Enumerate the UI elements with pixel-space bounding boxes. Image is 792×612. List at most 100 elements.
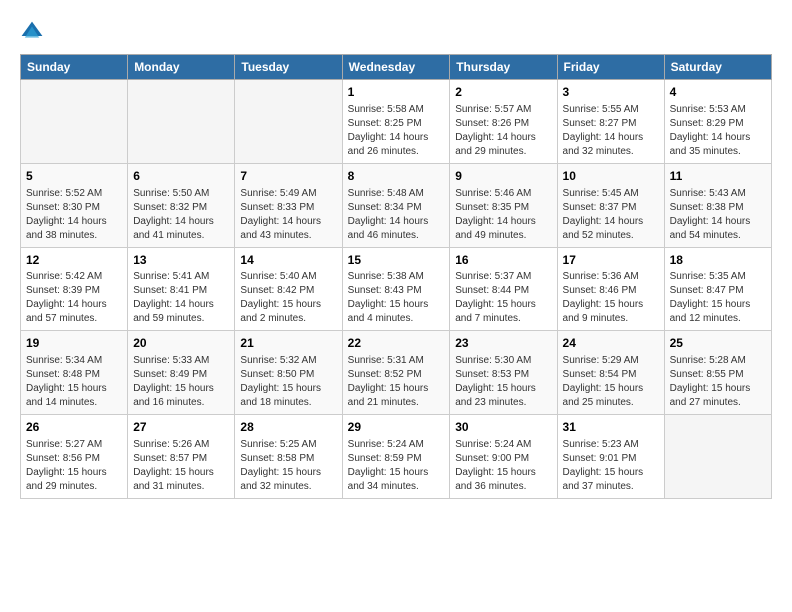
day-info: Sunrise: 5:34 AM Sunset: 8:48 PM Dayligh… <box>26 354 122 410</box>
day-number: 9 <box>455 168 551 185</box>
day-number: 31 <box>563 419 659 436</box>
weekday-header-wednesday: Wednesday <box>342 55 450 80</box>
calendar-cell: 11Sunrise: 5:43 AM Sunset: 8:38 PM Dayli… <box>664 163 771 247</box>
day-info: Sunrise: 5:28 AM Sunset: 8:55 PM Dayligh… <box>670 354 766 410</box>
day-number: 30 <box>455 419 551 436</box>
day-number: 13 <box>133 252 229 269</box>
day-info: Sunrise: 5:46 AM Sunset: 8:35 PM Dayligh… <box>455 187 551 243</box>
calendar-cell <box>21 80 128 164</box>
calendar-cell: 2 Sunrise: 5:57 AM Sunset: 8:26 PM Daylig… <box>450 80 557 164</box>
day-number: 29 <box>348 419 445 436</box>
weekday-header-saturday: Saturday <box>664 55 771 80</box>
calendar-cell <box>128 80 235 164</box>
day-info: Sunrise: 5:53 AM Sunset: 8:29 PM Dayligh… <box>670 103 766 159</box>
calendar-cell: 28Sunrise: 5:25 AM Sunset: 8:58 PM Dayli… <box>235 415 342 499</box>
day-info: Sunrise: 5:55 AM Sunset: 8:27 PM Dayligh… <box>563 103 659 159</box>
day-info: Sunrise: 5:42 AM Sunset: 8:39 PM Dayligh… <box>26 270 122 326</box>
calendar-cell: 23 Sunrise: 5:30 AM Sunset: 8:53 PM Dayli… <box>450 331 557 415</box>
day-info: Sunrise: 5:37 AM Sunset: 8:44 PM Dayligh… <box>455 270 551 326</box>
calendar-cell: 1 Sunrise: 5:58 AM Sunset: 8:25 PM Daylig… <box>342 80 450 164</box>
day-number: 25 <box>670 335 766 352</box>
calendar-cell: 26 Sunrise: 5:27 AM Sunset: 8:56 PM Dayli… <box>21 415 128 499</box>
day-info: Sunrise: 5:24 AM Sunset: 9:00 PM Dayligh… <box>455 438 551 494</box>
day-number: 24 <box>563 335 659 352</box>
calendar-cell: 5Sunrise: 5:52 AM Sunset: 8:30 PM Daylig… <box>21 163 128 247</box>
day-info: Sunrise: 5:30 AM Sunset: 8:53 PM Dayligh… <box>455 354 551 410</box>
calendar-cell: 12Sunrise: 5:42 AM Sunset: 8:39 PM Dayli… <box>21 247 128 331</box>
day-number: 3 <box>563 84 659 101</box>
day-number: 1 <box>348 84 445 101</box>
day-number: 7 <box>240 168 336 185</box>
day-info: Sunrise: 5:27 AM Sunset: 8:56 PM Dayligh… <box>26 438 122 494</box>
calendar-cell <box>235 80 342 164</box>
weekday-header-sunday: Sunday <box>21 55 128 80</box>
day-number: 15 <box>348 252 445 269</box>
day-number: 5 <box>26 168 122 185</box>
day-number: 23 <box>455 335 551 352</box>
day-number: 21 <box>240 335 336 352</box>
calendar-cell: 18Sunrise: 5:35 AM Sunset: 8:47 PM Dayli… <box>664 247 771 331</box>
day-number: 10 <box>563 168 659 185</box>
day-info: Sunrise: 5:57 AM Sunset: 8:26 PM Dayligh… <box>455 103 551 159</box>
calendar-cell: 25 Sunrise: 5:28 AM Sunset: 8:55 PM Dayli… <box>664 331 771 415</box>
day-info: Sunrise: 5:24 AM Sunset: 8:59 PM Dayligh… <box>348 438 445 494</box>
calendar-cell: 3 Sunrise: 5:55 AM Sunset: 8:27 PM Daylig… <box>557 80 664 164</box>
day-number: 28 <box>240 419 336 436</box>
calendar-cell: 14Sunrise: 5:40 AM Sunset: 8:42 PM Dayli… <box>235 247 342 331</box>
calendar-week-2: 5Sunrise: 5:52 AM Sunset: 8:30 PM Daylig… <box>21 163 772 247</box>
day-number: 18 <box>670 252 766 269</box>
calendar-cell: 8 Sunrise: 5:48 AM Sunset: 8:34 PM Daylig… <box>342 163 450 247</box>
calendar-cell: 19 Sunrise: 5:34 AM Sunset: 8:48 PM Dayli… <box>21 331 128 415</box>
calendar-cell: 29 Sunrise: 5:24 AM Sunset: 8:59 PM Dayli… <box>342 415 450 499</box>
day-info: Sunrise: 5:48 AM Sunset: 8:34 PM Dayligh… <box>348 187 445 243</box>
day-info: Sunrise: 5:50 AM Sunset: 8:32 PM Dayligh… <box>133 187 229 243</box>
calendar-cell: 20 Sunrise: 5:33 AM Sunset: 8:49 PM Dayli… <box>128 331 235 415</box>
day-number: 2 <box>455 84 551 101</box>
day-info: Sunrise: 5:36 AM Sunset: 8:46 PM Dayligh… <box>563 270 659 326</box>
day-info: Sunrise: 5:29 AM Sunset: 8:54 PM Dayligh… <box>563 354 659 410</box>
calendar-cell: 15Sunrise: 5:38 AM Sunset: 8:43 PM Dayli… <box>342 247 450 331</box>
logo <box>20 20 48 44</box>
day-number: 16 <box>455 252 551 269</box>
calendar-cell: 13Sunrise: 5:41 AM Sunset: 8:41 PM Dayli… <box>128 247 235 331</box>
day-info: Sunrise: 5:45 AM Sunset: 8:37 PM Dayligh… <box>563 187 659 243</box>
day-number: 19 <box>26 335 122 352</box>
calendar-cell: 16Sunrise: 5:37 AM Sunset: 8:44 PM Dayli… <box>450 247 557 331</box>
calendar-body: 1 Sunrise: 5:58 AM Sunset: 8:25 PM Daylig… <box>21 80 772 499</box>
day-info: Sunrise: 5:49 AM Sunset: 8:33 PM Dayligh… <box>240 187 336 243</box>
calendar-week-4: 19 Sunrise: 5:34 AM Sunset: 8:48 PM Dayli… <box>21 331 772 415</box>
weekday-header-row: SundayMondayTuesdayWednesdayThursdayFrid… <box>21 55 772 80</box>
day-info: Sunrise: 5:31 AM Sunset: 8:52 PM Dayligh… <box>348 354 445 410</box>
weekday-header-tuesday: Tuesday <box>235 55 342 80</box>
day-info: Sunrise: 5:41 AM Sunset: 8:41 PM Dayligh… <box>133 270 229 326</box>
day-info: Sunrise: 5:43 AM Sunset: 8:38 PM Dayligh… <box>670 187 766 243</box>
calendar-cell: 4 Sunrise: 5:53 AM Sunset: 8:29 PM Daylig… <box>664 80 771 164</box>
weekday-header-monday: Monday <box>128 55 235 80</box>
calendar-cell: 21Sunrise: 5:32 AM Sunset: 8:50 PM Dayli… <box>235 331 342 415</box>
calendar-cell: 24 Sunrise: 5:29 AM Sunset: 8:54 PM Dayli… <box>557 331 664 415</box>
calendar-cell: 7 Sunrise: 5:49 AM Sunset: 8:33 PM Daylig… <box>235 163 342 247</box>
day-info: Sunrise: 5:58 AM Sunset: 8:25 PM Dayligh… <box>348 103 445 159</box>
day-number: 17 <box>563 252 659 269</box>
weekday-header-friday: Friday <box>557 55 664 80</box>
calendar-table: SundayMondayTuesdayWednesdayThursdayFrid… <box>20 54 772 499</box>
calendar-cell: 22 Sunrise: 5:31 AM Sunset: 8:52 PM Dayli… <box>342 331 450 415</box>
calendar-week-1: 1 Sunrise: 5:58 AM Sunset: 8:25 PM Daylig… <box>21 80 772 164</box>
calendar-header: SundayMondayTuesdayWednesdayThursdayFrid… <box>21 55 772 80</box>
day-info: Sunrise: 5:33 AM Sunset: 8:49 PM Dayligh… <box>133 354 229 410</box>
calendar-cell: 27 Sunrise: 5:26 AM Sunset: 8:57 PM Dayli… <box>128 415 235 499</box>
day-number: 4 <box>670 84 766 101</box>
day-number: 27 <box>133 419 229 436</box>
day-number: 8 <box>348 168 445 185</box>
calendar-cell: 31 Sunrise: 5:23 AM Sunset: 9:01 PM Dayli… <box>557 415 664 499</box>
day-info: Sunrise: 5:23 AM Sunset: 9:01 PM Dayligh… <box>563 438 659 494</box>
day-info: Sunrise: 5:40 AM Sunset: 8:42 PM Dayligh… <box>240 270 336 326</box>
calendar-cell: 30 Sunrise: 5:24 AM Sunset: 9:00 PM Dayli… <box>450 415 557 499</box>
day-number: 20 <box>133 335 229 352</box>
day-info: Sunrise: 5:26 AM Sunset: 8:57 PM Dayligh… <box>133 438 229 494</box>
day-info: Sunrise: 5:35 AM Sunset: 8:47 PM Dayligh… <box>670 270 766 326</box>
day-number: 26 <box>26 419 122 436</box>
day-number: 22 <box>348 335 445 352</box>
calendar-week-3: 12Sunrise: 5:42 AM Sunset: 8:39 PM Dayli… <box>21 247 772 331</box>
calendar-cell: 6Sunrise: 5:50 AM Sunset: 8:32 PM Daylig… <box>128 163 235 247</box>
